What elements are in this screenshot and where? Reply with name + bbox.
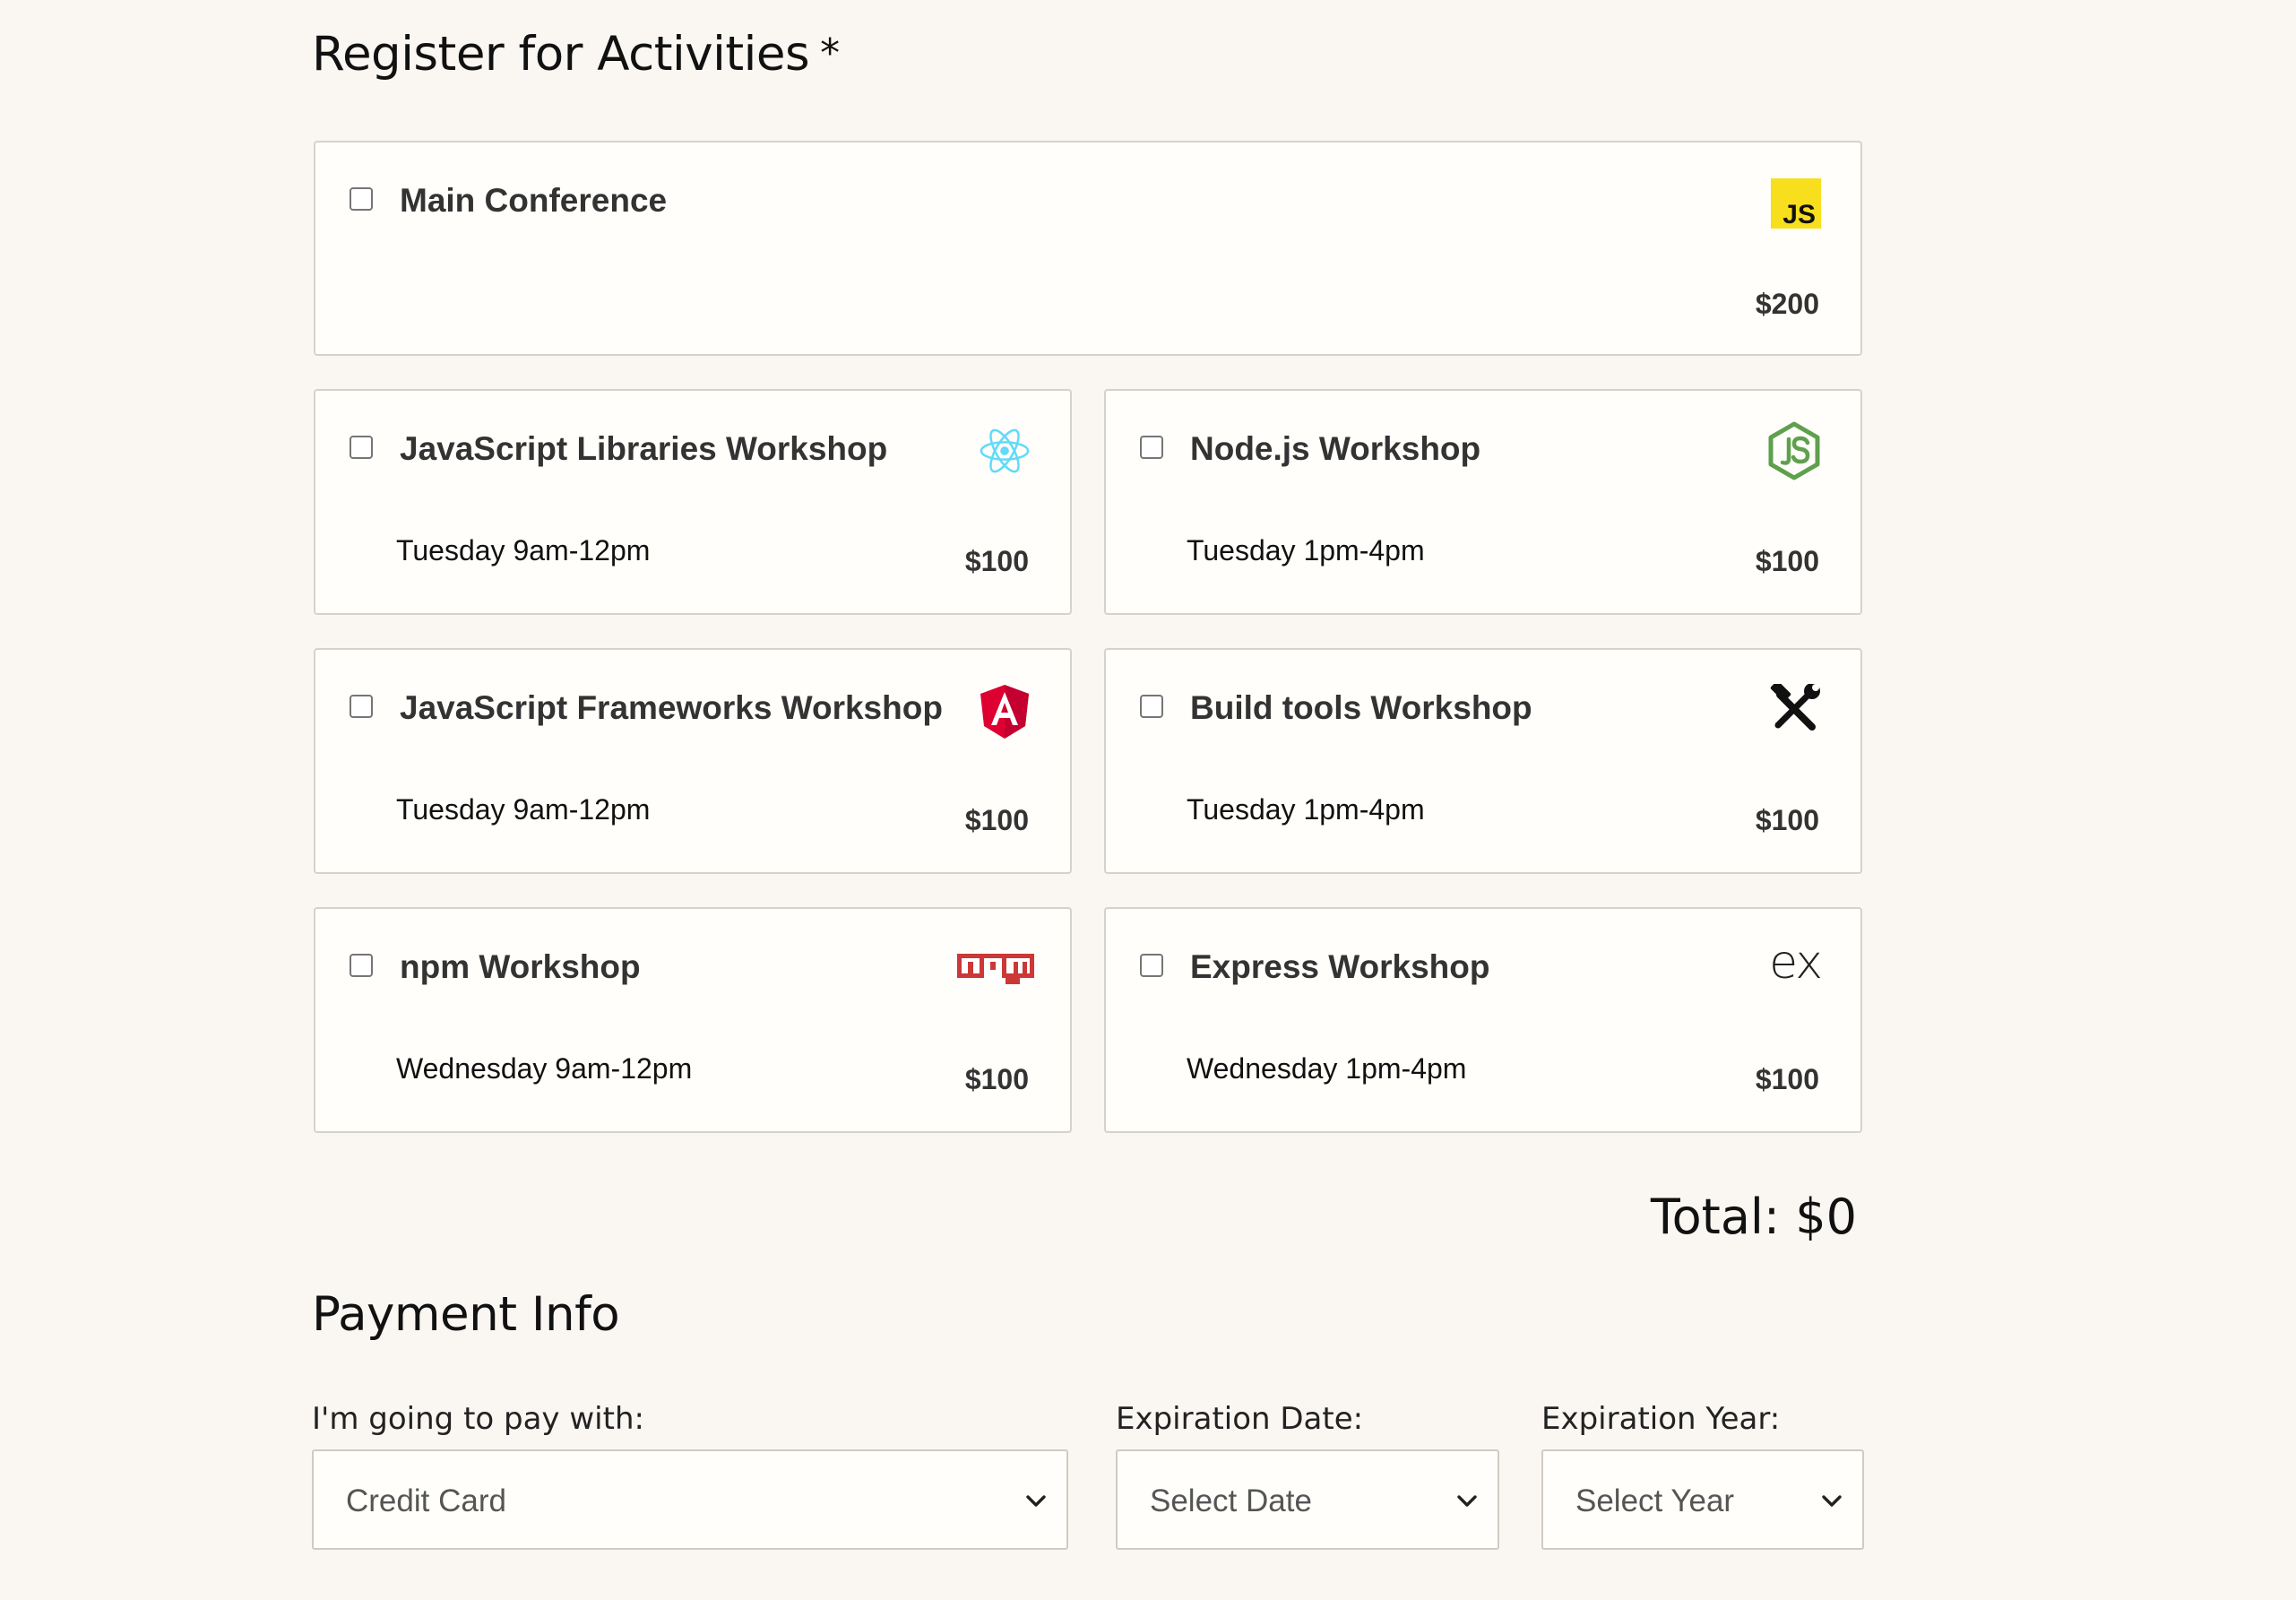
activity-title: npm Workshop xyxy=(400,948,641,985)
main-conference-checkbox[interactable] xyxy=(350,187,373,211)
activity-price: $200 xyxy=(1755,288,1819,320)
activity-price: $100 xyxy=(964,545,1029,577)
activity-time: Wednesday 9am-12pm xyxy=(396,1052,693,1085)
activity-time: Wednesday 1pm-4pm xyxy=(1187,1052,1467,1085)
nodejs-icon xyxy=(1767,421,1821,485)
activity-card-express[interactable]: Express Workshop ex Wednesday 1pm-4pm $1… xyxy=(1104,907,1862,1133)
activity-time: Tuesday 1pm-4pm xyxy=(1187,534,1425,566)
activity-title: Build tools Workshop xyxy=(1190,689,1532,726)
javascript-icon: JS xyxy=(1771,178,1821,233)
payment-method-select[interactable]: Credit Card xyxy=(312,1449,1068,1550)
npm-checkbox[interactable] xyxy=(350,954,373,977)
chevron-down-icon xyxy=(1819,1489,1844,1518)
expiration-date-select[interactable]: Select Date xyxy=(1116,1449,1499,1550)
build-tools-checkbox[interactable] xyxy=(1140,695,1163,718)
activity-title: Main Conference xyxy=(400,182,668,219)
activities-heading: Register for Activities * xyxy=(312,27,840,82)
chevron-down-icon xyxy=(1454,1489,1480,1518)
js-frameworks-checkbox[interactable] xyxy=(350,695,373,718)
activity-card-npm[interactable]: npm Workshop Wednesday 9am-12pm $100 xyxy=(314,907,1072,1133)
express-checkbox[interactable] xyxy=(1140,954,1163,977)
npm-icon xyxy=(957,954,1034,989)
activity-price: $100 xyxy=(964,804,1029,836)
activity-time: Tuesday 1pm-4pm xyxy=(1187,793,1425,826)
activity-card-main-conference[interactable]: Main Conference JS $200 xyxy=(314,141,1862,356)
activity-title: Express Workshop xyxy=(1190,948,1490,985)
expiration-year-label: Expiration Year: xyxy=(1541,1401,1781,1437)
activity-card-build-tools[interactable]: Build tools Workshop Tuesday 1pm-4pm $10… xyxy=(1104,648,1862,874)
angular-icon xyxy=(979,684,1031,744)
required-mark: * xyxy=(820,30,840,76)
payment-heading: Payment Info xyxy=(312,1287,620,1342)
expiration-year-value: Select Year xyxy=(1575,1483,1735,1518)
activity-card-nodejs[interactable]: Node.js Workshop Tuesday 1pm-4pm $100 xyxy=(1104,389,1862,615)
activity-card-js-libraries[interactable]: JavaScript Libraries Workshop Tuesday 9a… xyxy=(314,389,1072,615)
react-icon xyxy=(979,425,1031,481)
js-libraries-checkbox[interactable] xyxy=(350,436,373,459)
activity-price: $100 xyxy=(1755,804,1819,836)
payment-method-label: I'm going to pay with: xyxy=(312,1401,644,1437)
js-badge-text: JS xyxy=(1782,200,1816,229)
activity-card-js-frameworks[interactable]: JavaScript Frameworks Workshop Tuesday 9… xyxy=(314,648,1072,874)
activity-price: $100 xyxy=(1755,545,1819,577)
activity-title: JavaScript Frameworks Workshop xyxy=(400,689,943,726)
activity-title: JavaScript Libraries Workshop xyxy=(400,430,888,467)
express-icon: ex xyxy=(1769,936,1823,990)
expiration-date-value: Select Date xyxy=(1150,1483,1312,1518)
activity-time: Tuesday 9am-12pm xyxy=(396,534,651,566)
payment-method-value: Credit Card xyxy=(346,1483,506,1518)
activity-price: $100 xyxy=(964,1063,1029,1095)
activities-total: Total: $0 xyxy=(1650,1189,1857,1245)
expiration-date-label: Expiration Date: xyxy=(1116,1401,1364,1437)
nodejs-checkbox[interactable] xyxy=(1140,436,1163,459)
activity-time: Tuesday 9am-12pm xyxy=(396,793,651,826)
expiration-year-select[interactable]: Select Year xyxy=(1541,1449,1864,1550)
tools-icon xyxy=(1769,680,1821,737)
activity-title: Node.js Workshop xyxy=(1190,430,1481,467)
activity-price: $100 xyxy=(1755,1063,1819,1095)
chevron-down-icon xyxy=(1023,1489,1049,1518)
